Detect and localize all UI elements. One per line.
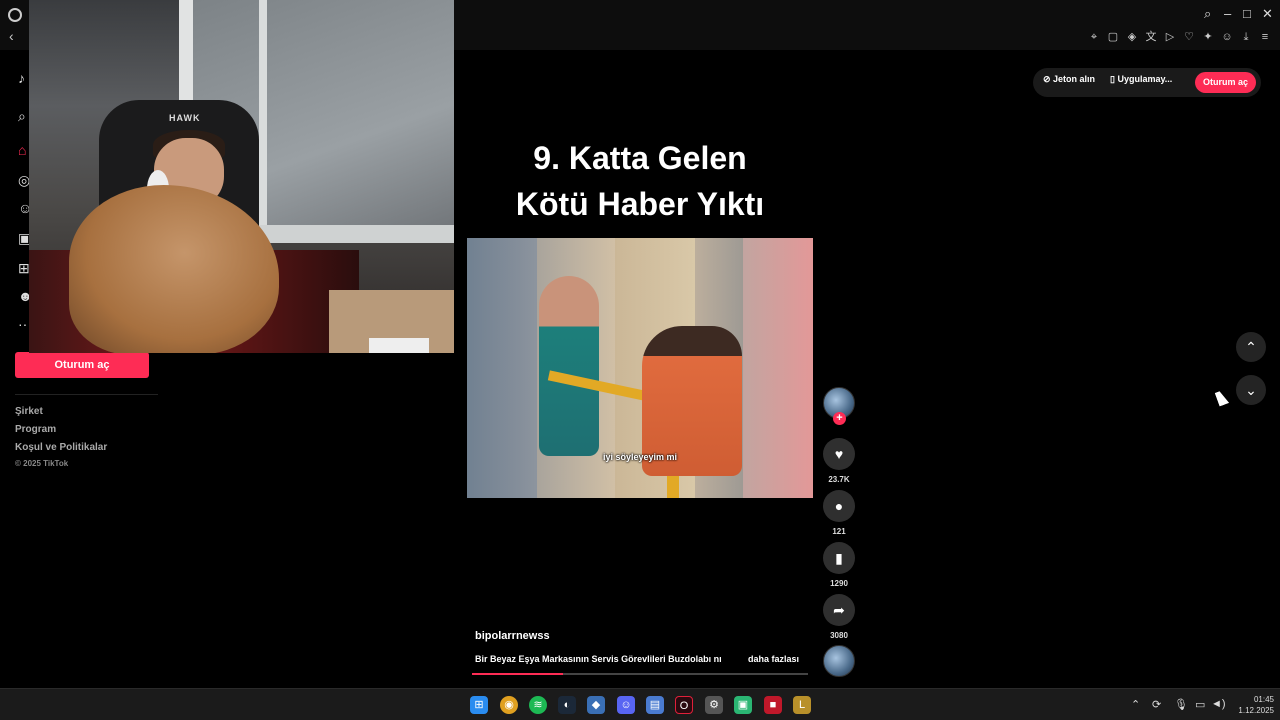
video-progress-fill <box>472 673 563 675</box>
system-clock[interactable]: 01:45 1.12.2025 <box>1228 694 1274 716</box>
search-icon[interactable]: ⌕ <box>1204 6 1211 22</box>
windows-taskbar: ⊞ ◉ ≋ ◐ ◆ ☺ ▤ O ⚙ ▣ ■ L ⌃ ⟳ 🎙︎ ▭ ◄) 01:4… <box>0 688 1280 720</box>
browser-logo-icon[interactable] <box>8 8 22 22</box>
home-icon[interactable]: ⌂ <box>18 142 26 158</box>
share-icon: ➦ <box>833 602 845 618</box>
mouse-cursor-icon <box>1214 389 1230 407</box>
app-icon[interactable]: ▣ <box>734 696 752 714</box>
app-icon[interactable]: ◆ <box>587 696 605 714</box>
get-coins-button[interactable]: ⊘ Jeton alın <box>1043 74 1095 85</box>
copyright: © 2025 TikTok <box>15 459 69 468</box>
maximize-icon[interactable]: □ <box>1243 6 1251 22</box>
footer-link-company[interactable]: Şirket <box>15 406 43 417</box>
back-button[interactable]: ‹ <box>9 29 14 43</box>
chevron-down-icon: ⌄ <box>1245 382 1257 398</box>
close-icon[interactable]: ✕ <box>1262 6 1273 22</box>
heart-icon: ♥ <box>834 446 844 462</box>
coin-icon: ⊘ <box>1043 74 1054 84</box>
follow-plus-icon[interactable]: + <box>833 412 846 425</box>
video-caption: iyi söyleyeyim mi <box>602 452 678 462</box>
bookmark-icon: ▮ <box>835 550 843 566</box>
bookmark-icon[interactable]: ▢ <box>1106 30 1120 44</box>
comment-button[interactable]: ● <box>823 490 855 522</box>
discord-icon[interactable]: ☺ <box>617 696 635 714</box>
get-app-button[interactable]: ▯ Uygulamay... <box>1110 74 1172 85</box>
video-title-overlay: 9. Katta Gelen Kötü Haber Yıktı <box>470 135 810 227</box>
microphone-icon[interactable]: 🎙︎ <box>1174 698 1188 711</box>
tiktok-logo-icon[interactable]: ♪ <box>18 70 25 86</box>
league-icon[interactable]: L <box>793 696 811 714</box>
chevron-up-icon: ⌃ <box>1245 339 1257 355</box>
play-icon[interactable]: ▷ <box>1163 30 1177 44</box>
comment-icon: ● <box>834 498 844 514</box>
webcam-overlay: HAWK <box>29 0 454 353</box>
comment-count: 121 <box>832 527 846 536</box>
more-link[interactable]: daha fazlası <box>748 654 799 664</box>
share-count: 3080 <box>830 631 848 640</box>
download-icon[interactable]: ⤓ <box>1239 30 1253 44</box>
pin-icon[interactable]: ⌖ <box>1087 30 1101 44</box>
profile-icon[interactable]: ☺ <box>1220 30 1234 44</box>
shield-icon[interactable]: ◈ <box>1125 30 1139 44</box>
menu-icon[interactable]: ≡ <box>1258 30 1272 44</box>
clock-date: 1.12.2025 <box>1238 706 1274 715</box>
author-username[interactable]: bipolarrnewss <box>475 630 550 642</box>
puzzle-icon[interactable]: ✦ <box>1201 30 1215 44</box>
sidebar-divider <box>15 394 158 395</box>
bookmark-count: 1290 <box>830 579 848 588</box>
chevron-up-icon[interactable]: ⌃ <box>1131 698 1140 711</box>
sidebar-signin-button[interactable]: Oturum aç <box>15 352 149 378</box>
screen: ‹ ⌕ – □ ✕ ⌖ ▢ ◈ 文 ▷ ♡ ✦ ☺ ⤓ ≡ ♪ ⌕ ⌂ ◎ ☺ … <box>0 0 1280 720</box>
clock-time: 01:45 <box>1253 695 1274 704</box>
opera-icon[interactable]: O <box>675 696 693 714</box>
share-button[interactable]: ➦ <box>823 594 855 626</box>
sync-icon[interactable]: ⟳ <box>1152 698 1161 711</box>
chrome-icon[interactable]: ◉ <box>500 696 518 714</box>
footer-link-program[interactable]: Program <box>15 424 56 435</box>
footer-link-terms[interactable]: Koşul ve Politikalar <box>15 442 107 453</box>
person <box>539 276 599 456</box>
settings-icon[interactable]: ⚙ <box>705 696 723 714</box>
bookmark-button[interactable]: ▮ <box>823 542 855 574</box>
previous-video-button[interactable]: ⌃ <box>1236 332 1266 362</box>
volume-icon[interactable]: ◄) <box>1211 698 1226 710</box>
app-icon[interactable]: ■ <box>764 696 782 714</box>
chair-brand-label: HAWK <box>169 113 201 123</box>
header-signin-button[interactable]: Oturum aç <box>1195 72 1256 93</box>
like-button[interactable]: ♥ <box>823 438 855 470</box>
upload-icon[interactable]: ⊞ <box>18 260 30 277</box>
title-line: Kötü Haber Yıktı <box>515 186 765 222</box>
search-icon[interactable]: ⌕ <box>18 108 26 125</box>
title-line: 9. Katta Gelen <box>533 140 747 176</box>
extension-toolbar: ⌖ ▢ ◈ 文 ▷ ♡ ✦ ☺ ⤓ ≡ <box>1087 30 1272 44</box>
translate-icon[interactable]: 文 <box>1144 30 1158 44</box>
minimize-icon[interactable]: – <box>1224 6 1231 22</box>
video-player[interactable]: iyi söyleyeyim mi <box>467 238 813 498</box>
music-disc-avatar[interactable] <box>823 645 855 677</box>
steam-icon[interactable]: ◐ <box>558 696 576 714</box>
like-count: 23.7K <box>828 475 850 484</box>
notepad-icon[interactable]: ▤ <box>646 696 664 714</box>
video-description: Bir Beyaz Eşya Markasının Servis Görevli… <box>475 654 722 664</box>
next-video-button[interactable]: ⌄ <box>1236 375 1266 405</box>
network-icon[interactable]: ▭ <box>1195 698 1205 711</box>
windows-start-icon[interactable]: ⊞ <box>470 696 488 714</box>
spotify-icon[interactable]: ≋ <box>529 696 547 714</box>
video-progress-bar[interactable] <box>472 673 808 675</box>
heart-icon[interactable]: ♡ <box>1182 30 1196 44</box>
